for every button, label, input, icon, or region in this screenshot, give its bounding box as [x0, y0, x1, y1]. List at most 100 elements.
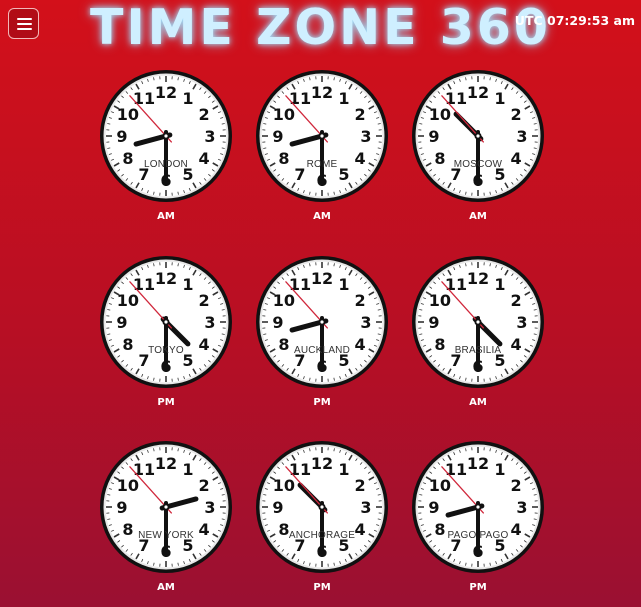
dial-numeral: 1	[494, 460, 505, 479]
dial-numeral: 4	[511, 149, 522, 168]
dial-numeral: 8	[434, 149, 445, 168]
dial-numeral: 3	[516, 313, 527, 332]
dial-numeral: 11	[445, 89, 467, 108]
dial-numeral: 4	[355, 520, 366, 539]
period-label: AM	[469, 397, 487, 408]
dial-numeral: 2	[199, 291, 210, 310]
clock-tokyo: 121234567891011TOKYOPM	[96, 252, 236, 412]
dial-numeral: 1	[338, 89, 349, 108]
dial-numeral: 7	[294, 165, 305, 184]
dial-numeral: 11	[445, 460, 467, 479]
period-label: PM	[469, 582, 487, 593]
period-label: AM	[469, 211, 487, 222]
dial-numeral: 11	[133, 460, 155, 479]
dial-numeral: 12	[311, 454, 333, 473]
clock-face: 121234567891011	[100, 70, 232, 202]
center-pin-cap	[320, 320, 324, 324]
dial-numeral: 7	[450, 351, 461, 370]
dial-numeral: 12	[311, 83, 333, 102]
dial-numeral: 12	[467, 269, 489, 288]
dial-numeral: 8	[278, 520, 289, 539]
dial-numeral: 12	[155, 83, 177, 102]
clock-face: 121234567891011	[256, 441, 388, 573]
dial-numeral: 2	[511, 476, 522, 495]
center-pin-cap	[476, 320, 480, 324]
dial-numeral: 2	[511, 291, 522, 310]
dial-numeral: 5	[338, 165, 349, 184]
clock-face: 121234567891011	[256, 70, 388, 202]
clock-new-york: 121234567891011NEW YORKAM	[96, 437, 236, 597]
dial-numeral: 4	[199, 520, 210, 539]
clock-anchorage: 121234567891011ANCHORAGEPM	[252, 437, 392, 597]
dial-numeral: 3	[204, 313, 215, 332]
clock-face: 121234567891011	[256, 256, 388, 388]
dial-numeral: 3	[516, 127, 527, 146]
dial-numeral: 2	[355, 291, 366, 310]
center-pin-cap	[476, 505, 480, 509]
dial-numeral: 12	[467, 83, 489, 102]
period-label: PM	[157, 397, 175, 408]
dial-numeral: 8	[278, 335, 289, 354]
dial-numeral: 3	[360, 498, 371, 517]
center-pin-cap	[320, 134, 324, 138]
dial-numeral: 8	[434, 520, 445, 539]
dial-numeral: 11	[445, 275, 467, 294]
dial-numeral: 8	[122, 149, 133, 168]
dial-numeral: 8	[278, 149, 289, 168]
period-label: AM	[313, 211, 331, 222]
dial-numeral: 11	[289, 89, 311, 108]
dial-numeral: 11	[289, 460, 311, 479]
dial-numeral: 1	[494, 89, 505, 108]
dial-numeral: 8	[434, 335, 445, 354]
dial-numeral: 4	[511, 520, 522, 539]
dial-numeral: 5	[494, 165, 505, 184]
dial-numeral: 9	[272, 127, 283, 146]
clock-auckland: 121234567891011AUCKLANDPM	[252, 252, 392, 412]
dial-numeral: 7	[294, 351, 305, 370]
dial-numeral: 5	[494, 536, 505, 555]
dial-numeral: 8	[122, 335, 133, 354]
dial-numeral: 7	[450, 536, 461, 555]
dial-numeral: 9	[116, 313, 127, 332]
dial-numeral: 9	[428, 498, 439, 517]
dial-numeral: 1	[182, 275, 193, 294]
dial-numeral: 9	[116, 498, 127, 517]
dial-numeral: 4	[199, 335, 210, 354]
dial-numeral: 7	[138, 165, 149, 184]
period-label: AM	[157, 582, 175, 593]
dial-numeral: 3	[360, 313, 371, 332]
dial-numeral: 2	[355, 105, 366, 124]
dial-numeral: 1	[182, 460, 193, 479]
dial-numeral: 9	[272, 498, 283, 517]
dial-numeral: 3	[360, 127, 371, 146]
dial-numeral: 8	[122, 520, 133, 539]
dial-numeral: 5	[182, 165, 193, 184]
dial-numeral: 3	[204, 127, 215, 146]
dial-numeral: 9	[116, 127, 127, 146]
dial-numeral: 5	[338, 536, 349, 555]
dial-numeral: 11	[133, 275, 155, 294]
period-label: AM	[157, 211, 175, 222]
dial-numeral: 5	[494, 351, 505, 370]
clock-face: 121234567891011	[100, 256, 232, 388]
dial-numeral: 12	[311, 269, 333, 288]
center-pin-cap	[164, 320, 168, 324]
dial-numeral: 11	[133, 89, 155, 108]
dial-numeral: 7	[138, 351, 149, 370]
dial-numeral: 7	[138, 536, 149, 555]
dial-numeral: 1	[182, 89, 193, 108]
dial-numeral: 9	[428, 127, 439, 146]
dial-numeral: 1	[338, 275, 349, 294]
dial-numeral: 4	[355, 335, 366, 354]
clock-face: 121234567891011	[412, 256, 544, 388]
dial-numeral: 3	[204, 498, 215, 517]
dial-numeral: 3	[516, 498, 527, 517]
dial-numeral: 12	[155, 269, 177, 288]
center-pin-cap	[476, 134, 480, 138]
dial-numeral: 4	[199, 149, 210, 168]
dial-numeral: 5	[182, 351, 193, 370]
clock-pago-pago: 121234567891011PAGO PAGOPM	[408, 437, 548, 597]
dial-numeral: 9	[428, 313, 439, 332]
clock-face: 121234567891011	[100, 441, 232, 573]
dial-numeral: 12	[155, 454, 177, 473]
